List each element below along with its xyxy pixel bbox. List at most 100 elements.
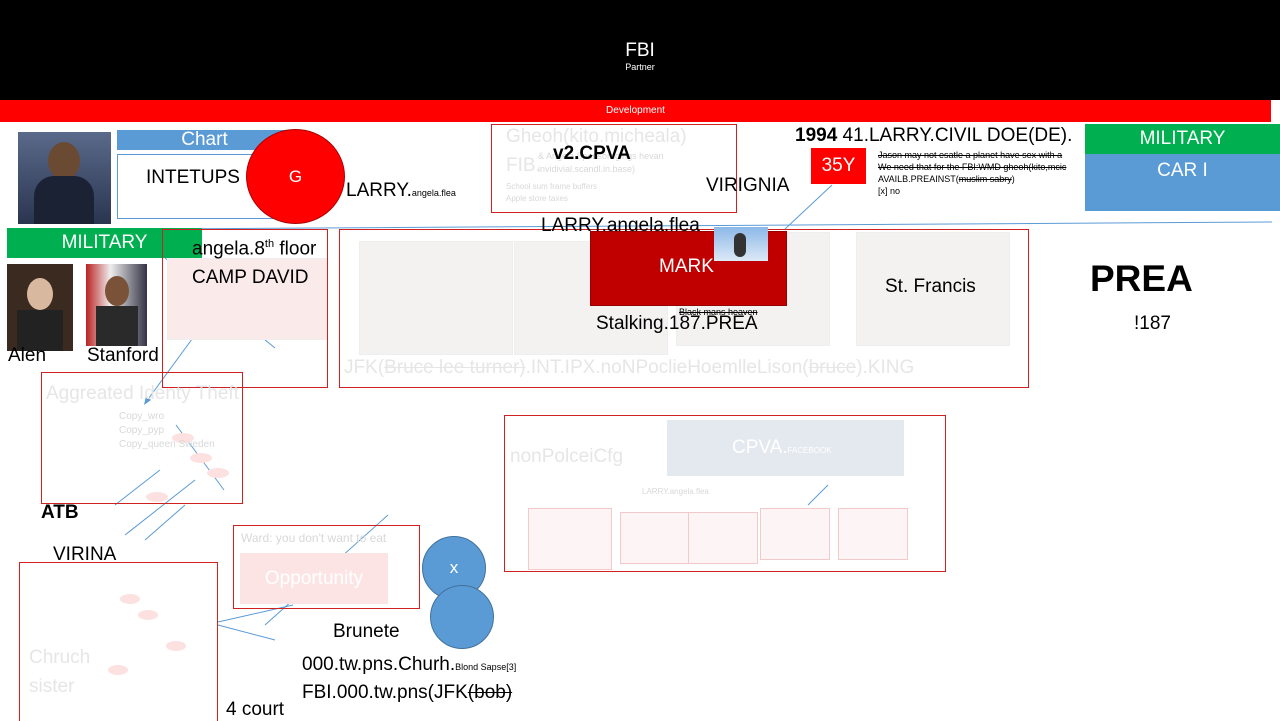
note-4: [x] no xyxy=(878,186,901,196)
portrait-photo xyxy=(7,264,73,351)
development-bar: Development xyxy=(0,100,1271,122)
connector-line xyxy=(217,624,276,641)
notes-block: Jason may not esatle a planet have sex w… xyxy=(878,149,1084,197)
military-right-badge: MILITARY xyxy=(1085,124,1280,154)
cpva-sub: FACEBOOK xyxy=(787,446,832,455)
fbi-main: FBI.000.tw.pns(JFK xyxy=(302,682,468,703)
connector-line xyxy=(784,184,833,230)
faded-dot xyxy=(120,594,140,604)
faded-dot xyxy=(166,641,186,651)
doe-rest: 41.LARRY.CIVIL DOE(DE). xyxy=(837,125,1073,146)
copy-item: Copy_queen Sweden xyxy=(119,439,215,450)
jfk-d: bruce xyxy=(808,357,857,378)
badge-35y: 35Y xyxy=(811,148,866,184)
jfk-c: .INT.IPX.noNPoclieHoemlleLison( xyxy=(525,357,809,378)
blue-circle xyxy=(430,585,494,649)
camp-david-label: CAMP DAVID xyxy=(192,267,309,288)
portrait-head xyxy=(48,142,80,180)
brunete-label: Brunete xyxy=(333,621,400,642)
faded-image xyxy=(688,512,758,564)
nonpolceicfg-label: nonPolceiCfg xyxy=(510,446,624,467)
stalking-label: Stalking.187.PREA xyxy=(596,313,758,334)
faded-small2: invidivial.scandl.in.base) xyxy=(538,164,636,174)
jfk-b: Bruce lee turner) xyxy=(384,357,526,378)
faded-small4: Apple store taxes xyxy=(506,194,568,203)
faded-dot xyxy=(108,665,128,675)
note-3: AVAILB.PREAINST(muslim sabry) xyxy=(878,173,1084,185)
stanford-label: Stanford xyxy=(87,345,159,366)
portrait-photo xyxy=(86,264,147,346)
jfk-e: ).KING xyxy=(856,357,915,378)
faded-dot xyxy=(207,468,229,478)
opportunity-button[interactable]: Opportunity xyxy=(240,553,388,604)
small-photo xyxy=(714,227,768,261)
larry-sub-text: angela.flea xyxy=(411,188,456,198)
chruch-line1: Chruch xyxy=(29,647,91,668)
virignia-label: VIRIGNIA xyxy=(706,175,790,196)
angela-sup: th xyxy=(264,238,275,250)
prea-title: PREA xyxy=(1090,258,1193,299)
portrait-suit xyxy=(34,176,94,224)
fbi-strike: (bob) xyxy=(467,682,513,703)
faded-line2: FIB. xyxy=(506,155,541,176)
g-circle-label: G xyxy=(288,167,303,186)
copy-item: Copy_pyp xyxy=(119,425,165,436)
larry-main-text: LARRY. xyxy=(346,180,412,201)
cpva-main: CPVA. xyxy=(732,437,788,458)
faded-dot xyxy=(138,610,158,620)
connector-line xyxy=(144,504,186,541)
faded-image xyxy=(838,508,908,560)
ward-label: Ward: you don't want to eat xyxy=(241,531,387,545)
prea-187-label: !187 xyxy=(1134,313,1171,334)
opportunity-label: Opportunity xyxy=(264,568,364,589)
doe-year: 1994 xyxy=(795,125,838,146)
angela-floor-label: angela.8th floor xyxy=(192,238,316,260)
cpva-label: CPVA.FACEBOOK xyxy=(732,437,832,459)
tw-main: 000.tw.pns.Churh. xyxy=(302,654,456,675)
g-circle: G xyxy=(246,129,345,224)
note-3-end: ) xyxy=(1011,174,1015,184)
fbi-line: FBI.000.tw.pns(JFK(bob) xyxy=(302,682,512,704)
faded-image xyxy=(359,241,513,355)
note-2: We need that for the FBI:WMD gheoh(kito,… xyxy=(878,162,1067,172)
portrait-head xyxy=(27,278,53,310)
tw-sub: Blond Sapse[3] xyxy=(455,662,517,672)
larry-label: LARRY.angela.flea xyxy=(346,180,456,202)
tw-line: 000.tw.pns.Churh.Blond Sapse[3] xyxy=(302,654,516,676)
portrait-suit xyxy=(96,306,138,346)
jfk-line: JFK(Bruce lee turner).INT.IPX.noNPoclieH… xyxy=(344,357,914,379)
faded-image xyxy=(528,508,612,570)
header-title: FBI xyxy=(625,40,655,61)
faded-top-box: Gheoh(kito.micheala) FIB. & Angela.Spons… xyxy=(491,124,737,213)
four-court-label: 4 court xyxy=(226,699,285,720)
figure-silhouette xyxy=(734,233,746,257)
note-3-strike: muslim sabry xyxy=(958,174,1012,184)
note-1: Jason may not esatle a planet have sex w… xyxy=(878,150,1063,160)
faded-image xyxy=(760,508,830,560)
copy-item: Copy_wro xyxy=(119,411,165,422)
faded-dot xyxy=(190,453,212,463)
portrait-photo xyxy=(18,132,111,224)
chruch-line2: sister xyxy=(29,676,75,697)
note-3-text: AVAILB.PREAINST( xyxy=(878,174,959,184)
st-francis-label: St. Francis xyxy=(885,276,976,297)
car-box: CAR I xyxy=(1085,154,1280,211)
chruch-label: Chruch sister xyxy=(29,643,90,701)
jfk-a: JFK( xyxy=(344,357,385,378)
atb-label: ATB xyxy=(41,502,79,523)
mark-label: MARK xyxy=(659,256,714,277)
header-subtitle: Partner xyxy=(625,62,655,72)
copy-list: Copy_wro Copy_pyp Copy_queen Sweden xyxy=(119,410,215,452)
portrait-head xyxy=(105,276,129,306)
angela-main: angela.8 xyxy=(192,238,265,260)
intetups-label: INTETUPS xyxy=(146,167,240,188)
identity-theft-text: Aggreated Identy Theft xyxy=(46,383,239,404)
doe-title: 1994 41.LARRY.CIVIL DOE(DE). xyxy=(795,125,1084,147)
cpva-box: CPVA.FACEBOOK xyxy=(667,420,904,476)
larry-tiny-label: LARRY.angela.flea xyxy=(642,487,709,496)
angela-rest: floor xyxy=(274,238,317,260)
identity-theft-label: Aggreated Identy Theft xyxy=(46,383,239,405)
header-banner: FBI Partner xyxy=(0,0,1280,100)
faded-dot xyxy=(146,492,168,502)
alen-label: Alen xyxy=(8,345,47,366)
